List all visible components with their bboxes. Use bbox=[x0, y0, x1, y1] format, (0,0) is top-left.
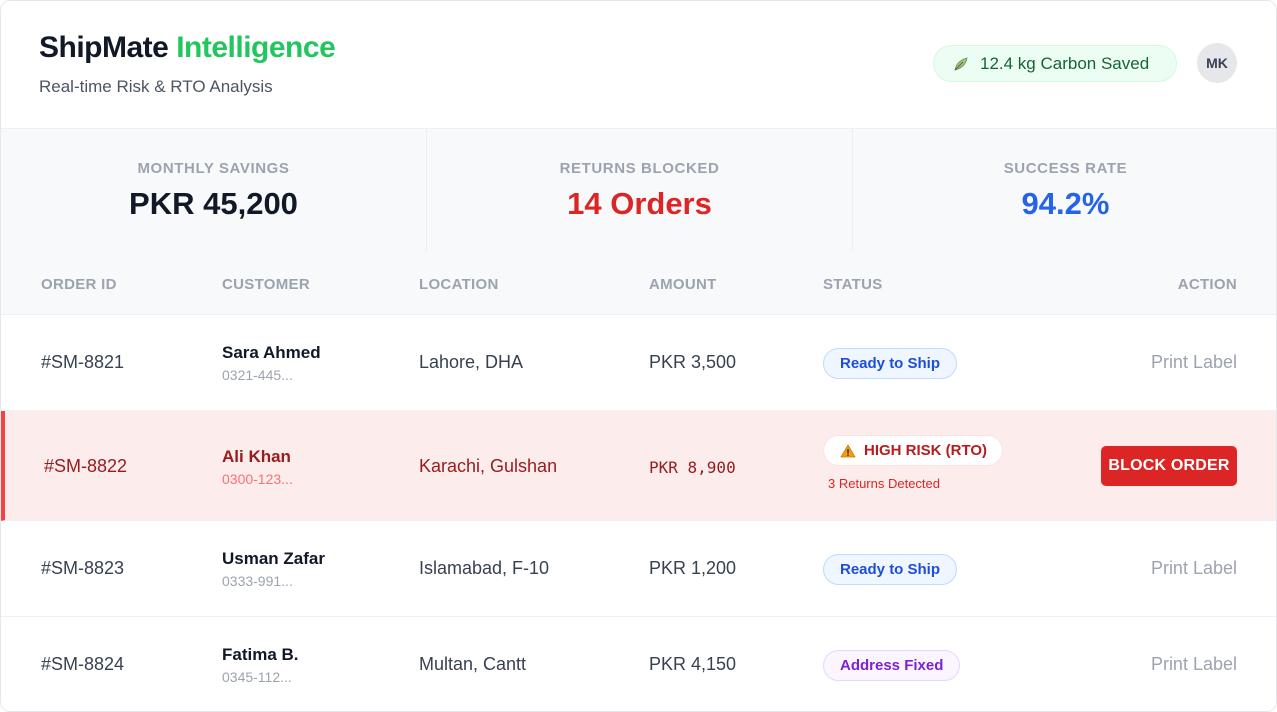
location: Multan, Cantt bbox=[419, 654, 527, 674]
stat-returns-blocked: RETURNS BLOCKED 14 Orders bbox=[426, 129, 852, 251]
warning-icon bbox=[840, 443, 856, 457]
brand-main: ShipMate bbox=[39, 31, 169, 64]
stat-value: 94.2% bbox=[1021, 186, 1110, 221]
column-header-amount: AMOUNT bbox=[649, 276, 717, 293]
amount: PKR 8,900 bbox=[649, 458, 736, 477]
order-id: #SM-8821 bbox=[41, 352, 125, 372]
column-header-action: ACTION bbox=[1177, 276, 1237, 293]
customer-name: Ali Khan bbox=[222, 447, 291, 466]
column-header-location: LOCATION bbox=[419, 276, 499, 293]
subtitle: Real-time Risk & RTO Analysis bbox=[39, 77, 273, 96]
location: Karachi, Gulshan bbox=[419, 456, 558, 476]
table-row[interactable]: #SM-8823 Usman Zafar 0333-991... Islamab… bbox=[1, 521, 1276, 617]
carbon-saved-badge: 12.4 kg Carbon Saved bbox=[933, 45, 1177, 82]
brand-accent: Intelligence bbox=[176, 31, 336, 64]
table-row[interactable]: #SM-8821 Sara Ahmed 0321-445... Lahore, … bbox=[1, 315, 1276, 411]
order-id: #SM-8824 bbox=[41, 654, 125, 674]
stat-value: PKR 45,200 bbox=[129, 186, 298, 221]
print-label-button[interactable]: Print Label bbox=[1151, 352, 1237, 373]
table-row-high-risk[interactable]: #SM-8822 Ali Khan 0300-123... Karachi, G… bbox=[1, 411, 1276, 521]
status-text: HIGH RISK (RTO) bbox=[864, 442, 988, 459]
brand-title: ShipMate Intelligence bbox=[39, 31, 336, 65]
block-order-button[interactable]: BLOCK ORDER bbox=[1101, 446, 1237, 486]
customer-name: Fatima B. bbox=[222, 645, 299, 664]
amount: PKR 4,150 bbox=[649, 654, 737, 674]
dashboard-card: ShipMate Intelligence Real-time Risk & R… bbox=[0, 0, 1277, 712]
leaf-icon bbox=[954, 56, 968, 71]
column-header-customer: CUSTOMER bbox=[222, 276, 310, 293]
customer-phone: 0333-991... bbox=[222, 573, 293, 589]
customer-name: Usman Zafar bbox=[222, 549, 325, 568]
stat-success-rate: SUCCESS RATE 94.2% bbox=[852, 129, 1276, 251]
amount: PKR 3,500 bbox=[649, 352, 737, 372]
column-header-order-id: ORDER ID bbox=[41, 276, 117, 293]
returns-detected-note: 3 Returns Detected bbox=[828, 476, 941, 491]
print-label-button[interactable]: Print Label bbox=[1151, 558, 1237, 579]
stats-bar: MONTHLY SAVINGS PKR 45,200 RETURNS BLOCK… bbox=[1, 129, 1276, 251]
customer-phone: 0321-445... bbox=[222, 367, 293, 383]
status-badge: Ready to Ship bbox=[823, 554, 958, 585]
order-id: #SM-8822 bbox=[44, 456, 128, 476]
print-label-button[interactable]: Print Label bbox=[1151, 654, 1237, 675]
table-row[interactable]: #SM-8824 Fatima B. 0345-112... Multan, C… bbox=[1, 617, 1276, 711]
header: ShipMate Intelligence Real-time Risk & R… bbox=[1, 1, 1276, 129]
location: Islamabad, F-10 bbox=[419, 558, 550, 578]
amount: PKR 1,200 bbox=[649, 558, 737, 578]
carbon-saved-text: 12.4 kg Carbon Saved bbox=[980, 53, 1150, 73]
status-badge: Ready to Ship bbox=[823, 348, 958, 379]
stat-label: RETURNS BLOCKED bbox=[559, 160, 720, 177]
customer-phone: 0345-112... bbox=[222, 669, 292, 685]
order-id: #SM-8823 bbox=[41, 558, 125, 578]
stat-monthly-savings: MONTHLY SAVINGS PKR 45,200 bbox=[1, 129, 426, 251]
customer-name: Sara Ahmed bbox=[222, 343, 321, 362]
column-header-status: STATUS bbox=[823, 276, 883, 293]
status-badge: Address Fixed bbox=[823, 650, 961, 681]
customer-phone: 0300-123... bbox=[222, 471, 293, 487]
avatar[interactable]: MK bbox=[1197, 43, 1237, 83]
stat-value: 14 Orders bbox=[567, 186, 712, 221]
stat-label: MONTHLY SAVINGS bbox=[137, 160, 290, 177]
table-header: ORDER ID CUSTOMER LOCATION AMOUNT STATUS… bbox=[1, 251, 1276, 315]
stat-label: SUCCESS RATE bbox=[1003, 160, 1128, 177]
status-badge: HIGH RISK (RTO) bbox=[823, 435, 1004, 466]
location: Lahore, DHA bbox=[419, 352, 524, 372]
